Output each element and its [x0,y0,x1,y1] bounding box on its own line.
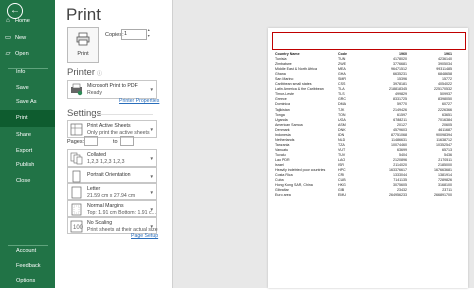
pages-from-input[interactable] [84,136,98,146]
sidebar-item-label: Close [16,178,31,184]
printer-icon [76,32,90,46]
sidebar-separator [8,68,48,69]
sidebar-item-open[interactable]: ▱ Open [0,45,55,62]
sidebar-item-print[interactable]: Print [0,110,55,127]
sidebar-item-label: Print [16,115,28,121]
sidebar-separator [8,245,48,246]
sidebar-item-close[interactable]: Close [0,173,55,190]
printer-heading: Printer ⓘ [67,67,102,78]
copies-input[interactable]: 1 [121,29,147,40]
chevron-down-icon: ▼ [149,174,154,179]
table-cell: EMU [338,193,346,198]
copies-down-icon[interactable]: ▼ [147,34,150,38]
sidebar-item-new[interactable]: ▭ New [0,29,55,46]
new-icon: ▭ [4,34,12,41]
sidebar-item-publish[interactable]: Publish [0,157,55,174]
chevron-down-icon: ▼ [149,87,154,92]
header-highlight-box [272,32,466,50]
printer-status: Ready [87,90,102,96]
printer-dropdown[interactable]: Microsoft Print to PDF Ready ▼ [67,80,157,99]
margins-icon [71,203,82,216]
pages-to-label: to [113,139,118,145]
sidebar-item-label: New [15,35,27,41]
svg-text:100: 100 [73,225,83,231]
sidebar-item-label: Export [16,148,33,154]
sidebar-item-label: Share [16,132,31,138]
chevron-down-icon: ▼ [149,224,154,229]
sidebar-item-label: Publish [16,162,35,168]
chevron-down-icon: ▼ [149,190,154,195]
printer-properties-link[interactable]: Printer Properties [119,98,159,104]
chevron-down-icon: ▼ [149,207,154,212]
sidebar-item-label: Options [16,278,36,284]
sidebar-item-label: Open [15,51,29,57]
home-icon: ⌂ [6,17,10,24]
chevron-down-icon: ▼ [149,127,154,132]
page-setup-link[interactable]: Page Setup [131,233,158,239]
sidebar-item-save-as[interactable]: Save As [0,94,55,111]
table-cell: 266891700 [434,193,452,198]
chevron-down-icon: ▼ [149,156,154,161]
sidebar-item-label: Account [16,248,37,254]
print-button-label: Print [77,51,89,57]
sidebar-item-share[interactable]: Share [0,127,55,144]
open-icon: ▱ [5,50,11,57]
scaling-icon: 100 [70,220,83,233]
print-scope-dropdown[interactable]: Print Active Sheets Only print the activ… [67,120,157,138]
sidebar-item-home[interactable]: ⌂ Home [0,12,55,29]
scaling-dropdown[interactable]: 100 No Scaling Print sheets at their act… [67,217,158,234]
margins-dropdown[interactable]: Normal Margins Top: 1.91 cm Bottom: 1.91… [67,200,157,217]
info-icon: ⓘ [96,71,102,77]
sidebar-item-info[interactable]: Info [0,64,55,81]
paper-size-dropdown[interactable]: Letter 21.59 cm x 27.94 cm ▼ [67,183,157,200]
sheet-icon [70,123,83,136]
preview-page: Country Name Code 1960 1961 Tunisia TUN 417802… [268,28,468,288]
collate-dropdown[interactable]: Collated 1,2,3 1,2,3 1,2,3 ▼ [67,149,157,167]
pages-label: Pages: [67,139,85,145]
sidebar-item-label: Save [16,85,29,91]
sidebar-item-label: Info [16,69,26,75]
sidebar-item-label: Feedback [16,263,41,269]
table-cell: Euro area [275,193,291,198]
pdf-printer-icon [71,83,83,96]
orientation-dropdown[interactable]: Portrait Orientation ▼ [67,167,157,183]
page-title: Print [66,5,101,24]
printer-name: Microsoft Print to PDF [87,83,138,89]
print-button[interactable]: Print [67,27,99,63]
sidebar-item-label: Save As [16,99,37,105]
portrait-icon [72,170,81,183]
table-cell: 264956233 [389,193,407,198]
pages-to-input[interactable] [120,136,134,146]
divider [93,114,153,115]
copies-up-icon[interactable]: ▲ [147,28,150,32]
paper-icon [71,186,82,199]
sidebar-item-options[interactable]: Options [0,273,55,290]
collate-icon [70,152,83,165]
sidebar-item-label: Home [15,18,30,24]
